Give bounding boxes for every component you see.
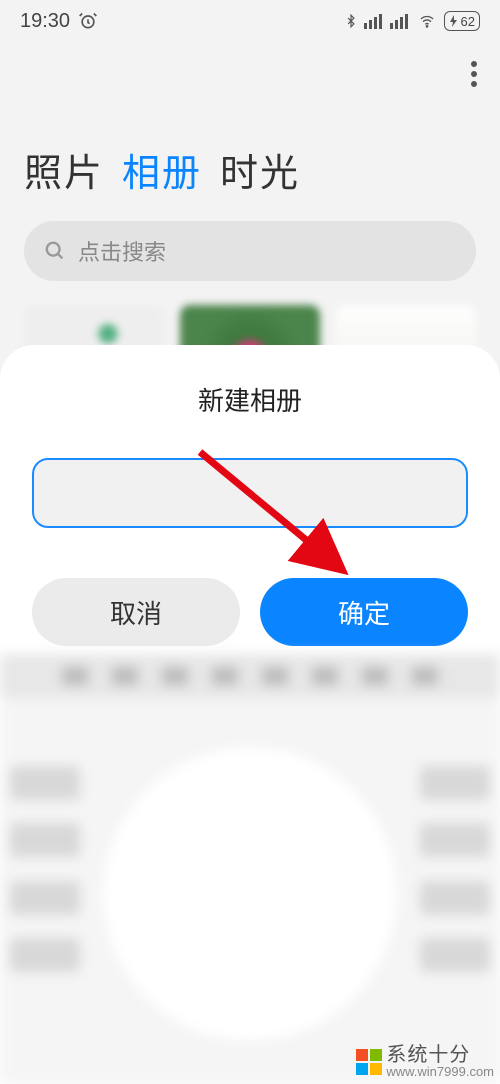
alarm-icon [78, 11, 98, 31]
signal-icon [390, 13, 410, 29]
gallery-tabs: 照片 相册 时光 [0, 42, 500, 221]
watermark-url: www.win7999.com [386, 1065, 494, 1078]
tab-albums[interactable]: 相册 [122, 142, 202, 197]
search-placeholder: 点击搜索 [78, 235, 166, 267]
ok-button[interactable]: 确定 [260, 578, 468, 646]
wifi-icon [416, 13, 438, 29]
watermark: 系统十分 www.win7999.com [356, 1045, 494, 1078]
dialog-title: 新建相册 [0, 381, 500, 418]
battery-percent: 62 [461, 14, 475, 29]
search-icon [44, 240, 66, 262]
bluetooth-icon [344, 12, 358, 30]
search-input[interactable]: 点击搜索 [24, 221, 476, 281]
signal-icon [364, 13, 384, 29]
album-name-input[interactable] [32, 458, 468, 528]
status-time: 19:30 [20, 10, 70, 33]
overflow-menu-icon[interactable] [470, 60, 478, 88]
tab-photos[interactable]: 照片 [24, 142, 104, 197]
cancel-button[interactable]: 取消 [32, 578, 240, 646]
status-bar: 19:30 62 [0, 0, 500, 42]
ime-keyboard[interactable] [0, 654, 500, 1084]
battery-icon: 62 [444, 11, 480, 31]
watermark-brand: 系统十分 [386, 1045, 494, 1065]
new-album-dialog: 新建相册 取消 确定 [0, 345, 500, 1084]
tab-moments[interactable]: 时光 [220, 142, 300, 197]
